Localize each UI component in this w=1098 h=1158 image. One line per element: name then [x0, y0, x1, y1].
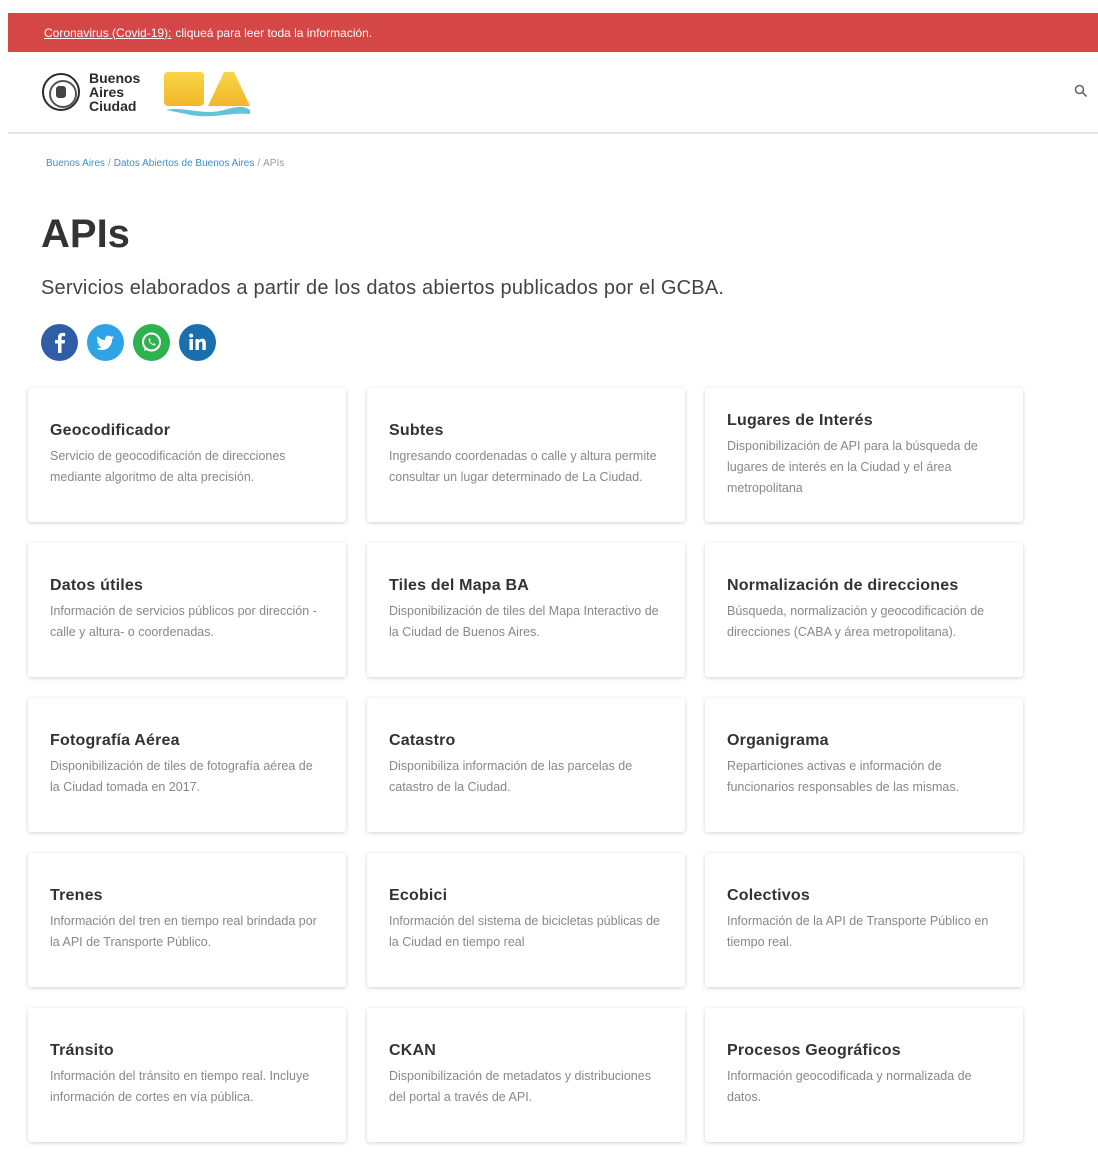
breadcrumb-separator: / — [107, 158, 111, 169]
card-title: Organigrama — [727, 732, 829, 749]
card-title: Subtes — [389, 422, 444, 439]
card-title: Ecobici — [389, 887, 448, 904]
api-card-organigrama[interactable]: Organigrama Reparticiones activas e info… — [705, 698, 1023, 832]
whatsapp-icon — [142, 332, 161, 352]
card-title: Datos útiles — [50, 577, 144, 594]
breadcrumb-separator: / — [257, 158, 261, 169]
card-title: Lugares de Interés — [727, 411, 873, 429]
card-description: Ingresando coordenadas o calle y altura … — [389, 449, 657, 484]
card-title: Geocodificador — [50, 422, 171, 439]
breadcrumb: Buenos Aires / Datos Abiertos de Buenos Ai… — [46, 158, 284, 169]
api-card-fotografia-aerea[interactable]: Fotografía Aérea Disponibilización de ti… — [28, 698, 346, 832]
card-title: Fotografía Aérea — [50, 732, 180, 749]
card-description: Disponibilización de tiles del Mapa Inte… — [389, 604, 659, 639]
logo-wordmark: Buenos Aires Ciudad — [89, 71, 140, 113]
card-description: Información de la API de Transporte Públ… — [727, 914, 989, 949]
search-icon[interactable] — [1074, 84, 1088, 98]
api-card-normalizacion-de-direcciones[interactable]: Normalización de direcciones Búsqueda, n… — [705, 543, 1023, 677]
card-title: Tiles del Mapa BA — [389, 577, 530, 594]
facebook-share-button[interactable] — [41, 324, 78, 361]
logo-line: Aires — [89, 84, 125, 100]
breadcrumb-datos-abiertos[interactable]: Datos Abiertos de Buenos Aires — [114, 158, 255, 169]
whatsapp-share-button[interactable] — [133, 324, 170, 361]
api-card-ckan[interactable]: CKAN Disponibilización de metadatos y di… — [367, 1008, 685, 1142]
linkedin-share-button[interactable] — [179, 324, 216, 361]
api-card-lugares-de-interes[interactable]: Lugares de Interés Disponibilización de … — [705, 388, 1023, 522]
covid-banner-link[interactable]: Coronavirus (Covid-19): — [44, 26, 171, 40]
card-description: Información del tren en tiempo real brin… — [50, 914, 317, 949]
breadcrumb-current: APIs — [263, 158, 285, 169]
share-buttons — [41, 324, 216, 361]
twitter-share-button[interactable] — [87, 324, 124, 361]
card-description: Disponibilización de API para la búsqued… — [727, 438, 978, 495]
card-description: Disponibiliza información de las parcela… — [389, 759, 633, 794]
logo-line: Ciudad — [89, 98, 137, 114]
card-description: Reparticiones activas e información de f… — [727, 759, 960, 794]
card-title: Tránsito — [50, 1042, 114, 1059]
city-seal-icon — [42, 73, 80, 111]
page-subtitle: Servicios elaborados a partir de los dat… — [41, 277, 725, 299]
card-description: Información geocodificada y normalizada … — [727, 1069, 972, 1104]
card-title: Colectivos — [727, 887, 810, 904]
api-card-tiles-del-mapa-ba[interactable]: Tiles del Mapa BA Disponibilización de t… — [367, 543, 685, 677]
buenos-aires-logo[interactable]: Buenos Aires Ciudad — [42, 66, 252, 118]
card-description: Disponibilización de tiles de fotografía… — [50, 759, 313, 794]
card-title: Procesos Geográficos — [727, 1042, 901, 1059]
api-card-ecobici[interactable]: Ecobici Información del sistema de bicic… — [367, 853, 685, 987]
api-card-trenes[interactable]: Trenes Información del tren en tiempo re… — [28, 853, 346, 987]
api-card-transito[interactable]: Tránsito Información del tránsito en tie… — [28, 1008, 346, 1142]
api-card-procesos-geograficos[interactable]: Procesos Geográficos Información geocodi… — [705, 1008, 1023, 1142]
twitter-icon — [96, 335, 114, 350]
logo-line: Buenos — [89, 70, 141, 86]
card-description: Información de servicios públicos por di… — [50, 604, 317, 639]
card-title: Trenes — [50, 887, 103, 904]
card-description: Información del sistema de bicicletas pú… — [389, 914, 660, 949]
covid-banner: Coronavirus (Covid-19): cliqueá para lee… — [8, 13, 1098, 52]
card-description: Servicio de geocodificación de direccion… — [50, 449, 286, 484]
page-title: APIs — [41, 212, 130, 256]
facebook-icon — [55, 332, 66, 353]
api-card-colectivos[interactable]: Colectivos Información de la API de Tran… — [705, 853, 1023, 987]
linkedin-icon — [189, 333, 206, 350]
card-description: Información del tránsito en tiempo real.… — [50, 1069, 310, 1104]
covid-banner-text[interactable]: cliqueá para leer toda la información. — [175, 26, 372, 40]
ba-brand-logo — [164, 66, 252, 118]
card-title: Catastro — [389, 732, 456, 749]
api-card-catastro[interactable]: Catastro Disponibiliza información de la… — [367, 698, 685, 832]
card-title: Normalización de direcciones — [727, 577, 959, 594]
site-header: Buenos Aires Ciudad — [8, 52, 1098, 134]
api-card-geocodificador[interactable]: Geocodificador Servicio de geocodificaci… — [28, 388, 346, 522]
card-description: Disponibilización de metadatos y distrib… — [389, 1069, 651, 1104]
card-title: CKAN — [389, 1042, 437, 1059]
breadcrumb-home[interactable]: Buenos Aires — [46, 158, 105, 169]
api-card-datos-utiles[interactable]: Datos útiles Información de servicios pú… — [28, 543, 346, 677]
api-card-subtes[interactable]: Subtes Ingresando coordenadas o calle y … — [367, 388, 685, 522]
card-description: Búsqueda, normalización y geocodificació… — [727, 604, 985, 639]
